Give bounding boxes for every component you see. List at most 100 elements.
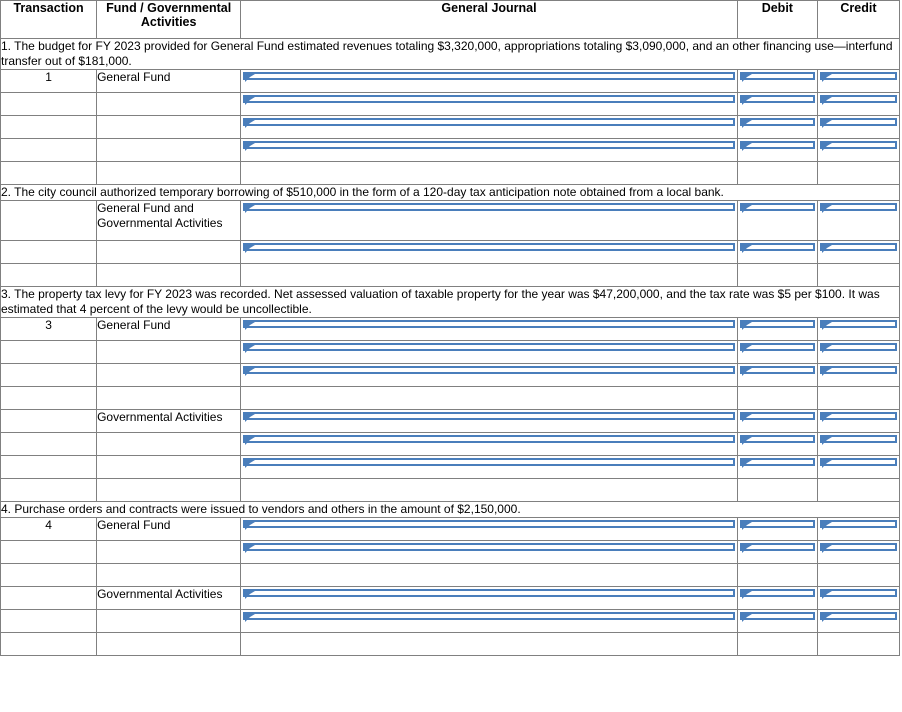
journal-cell-general_journal[interactable] bbox=[240, 409, 738, 433]
journal-cell-credit[interactable] bbox=[816, 409, 901, 433]
journal-cell-credit[interactable] bbox=[816, 115, 901, 139]
journal-cell-general_journal[interactable] bbox=[240, 200, 738, 241]
debit-input[interactable] bbox=[739, 412, 815, 422]
debit-input[interactable] bbox=[739, 343, 815, 353]
debit-input[interactable] bbox=[739, 141, 815, 151]
credit-input[interactable] bbox=[819, 366, 897, 376]
credit-input[interactable] bbox=[819, 520, 897, 530]
credit-input[interactable] bbox=[819, 412, 897, 422]
debit-input[interactable] bbox=[739, 435, 815, 445]
general_journal-input[interactable] bbox=[243, 435, 735, 445]
general_journal-input[interactable] bbox=[243, 458, 735, 468]
credit-input[interactable] bbox=[819, 543, 897, 553]
journal-cell-general_journal[interactable] bbox=[240, 540, 738, 564]
general_journal-input[interactable] bbox=[243, 95, 735, 105]
general_journal-input[interactable] bbox=[243, 366, 735, 376]
journal-cell-general_journal[interactable] bbox=[240, 92, 738, 116]
journal-cell-credit[interactable] bbox=[816, 138, 901, 162]
debit-input[interactable] bbox=[739, 118, 815, 128]
credit-input[interactable] bbox=[819, 203, 897, 213]
journal-cell-debit[interactable] bbox=[736, 409, 818, 433]
debit-input[interactable] bbox=[739, 320, 815, 330]
credit-input[interactable] bbox=[819, 589, 897, 599]
journal-cell-debit[interactable] bbox=[736, 340, 818, 364]
journal-cell-debit[interactable] bbox=[736, 69, 818, 93]
journal-cell-debit[interactable] bbox=[736, 432, 818, 456]
credit-input[interactable] bbox=[819, 118, 897, 128]
journal-cell-general_journal[interactable] bbox=[240, 115, 738, 139]
journal-cell-general_journal[interactable] bbox=[240, 138, 738, 162]
journal-cell-credit[interactable] bbox=[816, 200, 901, 241]
credit-input[interactable] bbox=[819, 95, 897, 105]
general_journal-input[interactable] bbox=[243, 243, 735, 253]
debit-input[interactable] bbox=[739, 543, 815, 553]
debit-input[interactable] bbox=[739, 589, 815, 599]
debit-input[interactable] bbox=[739, 458, 815, 468]
journal-cell-debit[interactable] bbox=[736, 517, 818, 541]
credit-input[interactable] bbox=[819, 612, 897, 622]
journal-cell-debit[interactable] bbox=[736, 317, 818, 341]
journal-cell-general_journal[interactable] bbox=[240, 363, 738, 387]
general_journal-input[interactable] bbox=[243, 72, 735, 82]
journal-cell-debit[interactable] bbox=[736, 540, 818, 564]
debit-input[interactable] bbox=[739, 243, 815, 253]
credit-input[interactable] bbox=[819, 435, 897, 445]
journal-cell-general_journal[interactable] bbox=[240, 609, 738, 633]
journal-cell-credit[interactable] bbox=[816, 455, 901, 479]
journal-cell-general_journal[interactable] bbox=[240, 455, 738, 479]
journal-cell-credit[interactable] bbox=[816, 517, 901, 541]
journal-cell-credit[interactable] bbox=[816, 92, 901, 116]
journal-cell-credit[interactable] bbox=[816, 540, 901, 564]
general_journal-input[interactable] bbox=[243, 589, 735, 599]
journal-cell-general_journal[interactable] bbox=[240, 517, 738, 541]
credit-input[interactable] bbox=[819, 458, 897, 468]
credit-input[interactable] bbox=[819, 141, 897, 151]
credit-input[interactable] bbox=[819, 243, 897, 253]
journal-cell-debit[interactable] bbox=[736, 200, 818, 241]
journal-cell-debit[interactable] bbox=[736, 92, 818, 116]
journal-cell-general_journal[interactable] bbox=[240, 340, 738, 364]
journal-cell-credit[interactable] bbox=[816, 340, 901, 364]
journal-cell-debit[interactable] bbox=[736, 609, 818, 633]
journal-cell-credit[interactable] bbox=[816, 363, 901, 387]
debit-input[interactable] bbox=[739, 203, 815, 213]
general_journal-input[interactable] bbox=[243, 118, 735, 128]
journal-cell-debit[interactable] bbox=[736, 115, 818, 139]
general_journal-input[interactable] bbox=[243, 612, 735, 622]
journal-cell-debit[interactable] bbox=[736, 586, 818, 610]
transaction-number-cell bbox=[0, 609, 98, 633]
debit-input[interactable] bbox=[739, 612, 815, 622]
journal-cell-general_journal[interactable] bbox=[240, 586, 738, 610]
general_journal-input[interactable] bbox=[243, 320, 735, 330]
journal-cell-credit[interactable] bbox=[816, 317, 901, 341]
general_journal-input[interactable] bbox=[243, 141, 735, 151]
journal-cell-credit[interactable] bbox=[816, 609, 901, 633]
general_journal-input[interactable] bbox=[243, 543, 735, 553]
dropdown-marker-icon bbox=[821, 437, 832, 445]
table-row: 3 General Fund bbox=[0, 317, 901, 341]
journal-cell-general_journal[interactable] bbox=[240, 69, 738, 93]
credit-input[interactable] bbox=[819, 343, 897, 353]
journal-cell-credit[interactable] bbox=[816, 240, 901, 264]
general_journal-input[interactable] bbox=[243, 203, 735, 213]
journal-cell-debit[interactable] bbox=[736, 363, 818, 387]
credit-input[interactable] bbox=[819, 320, 897, 330]
debit-input[interactable] bbox=[739, 366, 815, 376]
debit-input[interactable] bbox=[739, 95, 815, 105]
journal-cell-credit[interactable] bbox=[816, 432, 901, 456]
debit-input[interactable] bbox=[739, 72, 815, 82]
journal-cell-credit[interactable] bbox=[816, 69, 901, 93]
journal-cell-debit[interactable] bbox=[736, 455, 818, 479]
table-row: Governmental Activities bbox=[0, 586, 901, 610]
general_journal-input[interactable] bbox=[243, 412, 735, 422]
general_journal-input[interactable] bbox=[243, 520, 735, 530]
journal-cell-debit[interactable] bbox=[736, 138, 818, 162]
debit-input[interactable] bbox=[739, 520, 815, 530]
journal-cell-credit[interactable] bbox=[816, 586, 901, 610]
journal-cell-debit[interactable] bbox=[736, 240, 818, 264]
general_journal-input[interactable] bbox=[243, 343, 735, 353]
credit-input[interactable] bbox=[819, 72, 897, 82]
journal-cell-general_journal[interactable] bbox=[240, 240, 738, 264]
journal-cell-general_journal[interactable] bbox=[240, 317, 738, 341]
journal-cell-general_journal[interactable] bbox=[240, 432, 738, 456]
